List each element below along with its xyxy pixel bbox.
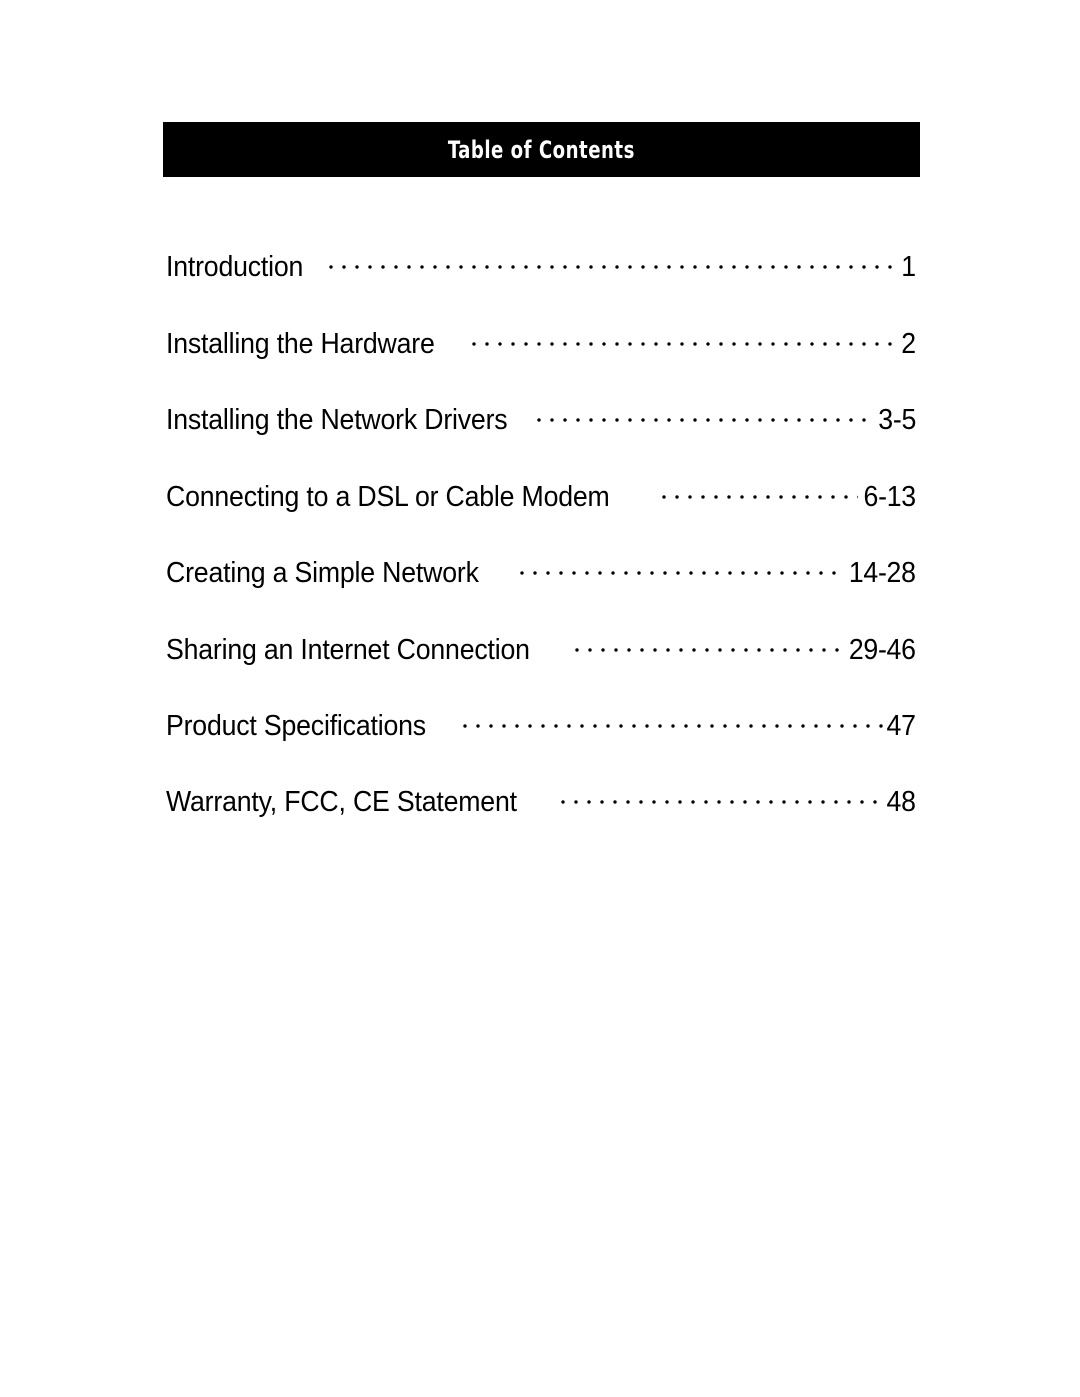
toc-entry-label: Sharing an Internet Connection	[166, 633, 530, 666]
toc-entry[interactable]: Introduction 1	[166, 246, 916, 323]
toc-entry-page: 6-13	[863, 480, 917, 513]
dot-leader	[462, 705, 884, 735]
toc-entry-page: 3-5	[878, 404, 916, 436]
toc-entry[interactable]: Warranty, FCC, CE Statement 48	[166, 781, 916, 857]
toc-entry[interactable]: Product Specifications 47	[166, 705, 916, 781]
toc-page: Table of Contents Introduction 1 Install…	[0, 0, 1080, 1397]
toc-entry-page: 29-46	[849, 633, 916, 666]
toc-entry-page: 47	[886, 710, 916, 742]
toc-entry[interactable]: Installing the Network Drivers 3-5	[166, 399, 916, 476]
page-title: Table of Contents	[447, 135, 636, 164]
toc-entry-label: Product Specifications	[166, 710, 426, 742]
toc-entry-label: Installing the Hardware	[166, 327, 435, 360]
toc-entry[interactable]: Sharing an Internet Connection 29-46	[166, 629, 916, 706]
dot-leader	[561, 781, 884, 811]
toc-entry-label: Warranty, FCC, CE Statement	[166, 786, 517, 818]
toc-entry-label: Connecting to a DSL or Cable Modem	[166, 480, 610, 513]
toc-entry-page: 14-28	[849, 557, 916, 589]
toc-entry[interactable]: Installing the Hardware 2	[166, 323, 916, 400]
toc-entry-label: Installing the Network Drivers	[166, 404, 508, 436]
dot-leader	[329, 246, 900, 276]
toc-entry-label: Introduction	[166, 251, 304, 283]
toc-header-bar: Table of Contents	[163, 122, 920, 177]
dot-leader	[519, 552, 843, 582]
dot-leader	[472, 323, 900, 353]
dot-leader	[575, 629, 843, 659]
dot-leader	[537, 399, 874, 429]
toc-entry-page: 48	[886, 786, 916, 818]
toc-entry-list: Introduction 1 Installing the Hardware 2…	[166, 246, 916, 857]
toc-entry-page: 1	[901, 251, 916, 283]
toc-entry-page: 2	[901, 327, 916, 360]
dot-leader	[662, 476, 859, 506]
toc-entry-label: Creating a Simple Network	[166, 557, 479, 589]
toc-entry[interactable]: Creating a Simple Network 14-28	[166, 552, 916, 629]
toc-entry[interactable]: Connecting to a DSL or Cable Modem 6-13	[166, 476, 916, 553]
